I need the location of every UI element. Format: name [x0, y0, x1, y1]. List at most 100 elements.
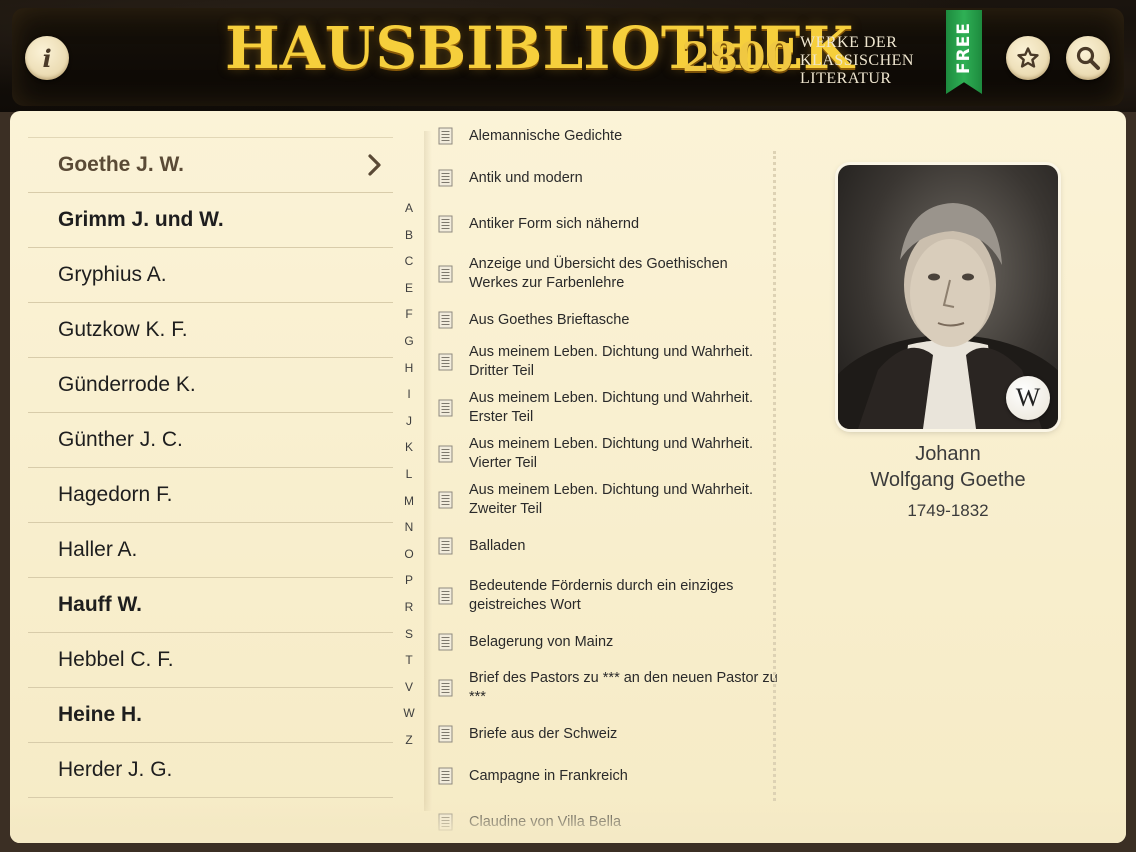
alphabet-letter[interactable]: V — [400, 680, 418, 707]
alphabet-letter[interactable]: E — [400, 281, 418, 308]
author-row[interactable]: Hagedorn F. — [28, 468, 393, 523]
document-icon — [438, 127, 453, 145]
work-item[interactable]: Bedeutende Fördernis durch ein einziges … — [438, 569, 778, 623]
work-title: Briefe aus der Schweiz — [469, 725, 618, 742]
work-item[interactable]: Aus meinem Leben. Dichtung und Wahrheit.… — [438, 339, 778, 385]
alphabet-letter[interactable]: J — [400, 414, 418, 441]
alphabet-letter[interactable]: P — [400, 573, 418, 600]
author-row[interactable]: Goethe J. W. — [28, 137, 393, 193]
alphabet-letter[interactable]: I — [400, 387, 418, 414]
author-name: Grimm J. und W. — [58, 208, 224, 231]
author-name: Gryphius A. — [58, 263, 167, 286]
author-row[interactable]: Haller A. — [28, 523, 393, 578]
work-title: Aus Goethes Brieftasche — [469, 311, 630, 328]
bottom-fade — [10, 801, 1126, 843]
author-row[interactable]: Hebbel C. F. — [28, 633, 393, 688]
author-row[interactable]: Günderrode K. — [28, 358, 393, 413]
author-full-name: Johann Wolfgang Goethe — [838, 441, 1058, 493]
alphabet-letter[interactable]: O — [400, 547, 418, 574]
document-icon — [438, 265, 453, 283]
alphabet-letter[interactable]: T — [400, 653, 418, 680]
alphabet-letter[interactable]: M — [400, 494, 418, 521]
author-row[interactable]: Gryphius A. — [28, 248, 393, 303]
work-item[interactable]: Alemannische Gedichte — [438, 117, 778, 155]
alphabet-letter[interactable]: F — [400, 307, 418, 334]
document-icon — [438, 215, 453, 233]
wikipedia-icon: W — [1015, 383, 1041, 412]
work-title: Bedeutende Fördernis durch ein einziges … — [469, 578, 734, 613]
work-item[interactable]: Brief des Pastors zu *** an den neuen Pa… — [438, 661, 778, 715]
document-icon — [438, 169, 453, 187]
work-item[interactable]: Belagerung von Mainz — [438, 623, 778, 661]
favorites-button[interactable] — [1006, 36, 1050, 80]
work-item[interactable]: Aus meinem Leben. Dichtung und Wahrheit.… — [438, 385, 778, 431]
free-label: FREE — [954, 22, 974, 74]
author-row[interactable]: Heine H. — [28, 688, 393, 743]
works-count: 2800 — [682, 34, 794, 81]
author-name: Herder J. G. — [58, 758, 173, 781]
work-title: Balladen — [469, 537, 526, 554]
document-icon — [438, 587, 453, 605]
work-item[interactable]: Antik und modern — [438, 155, 778, 201]
subtitle-line: WERKE DER — [800, 34, 898, 51]
author-name: Hagedorn F. — [58, 483, 173, 506]
search-button[interactable] — [1066, 36, 1110, 80]
work-title: Anzeige und Übersicht des Goethischen We… — [469, 256, 728, 291]
work-title: Brief des Pastors zu *** an den neuen Pa… — [469, 670, 778, 705]
works-list: Alemannische Gedichte Antik und modern Ant… — [438, 117, 778, 843]
work-item[interactable]: Aus Goethes Brieftasche — [438, 301, 778, 339]
alphabet-letter[interactable]: B — [400, 228, 418, 255]
alphabet-index[interactable]: ABCEFGHIJKLMNOPRSTVWZ — [400, 201, 418, 759]
document-icon — [438, 491, 453, 509]
work-item[interactable]: Campagne in Frankreich — [438, 753, 778, 799]
work-item[interactable]: Anzeige und Übersicht des Goethischen We… — [438, 247, 778, 301]
author-row[interactable]: Grimm J. und W. — [28, 193, 393, 248]
alphabet-letter[interactable]: S — [400, 627, 418, 654]
app-header: i HAUSBIBLIOTHEK 2800 WERKE DER KLASSISC… — [0, 0, 1136, 112]
author-lifespan: 1749-1832 — [907, 501, 989, 520]
library-panel: Goethe J. W. Grimm J. und W. Gryphius A. Gu… — [10, 111, 1126, 843]
document-icon — [438, 353, 453, 371]
alphabet-letter[interactable]: L — [400, 467, 418, 494]
alphabet-letter[interactable]: Z — [400, 733, 418, 760]
document-icon — [438, 633, 453, 651]
alphabet-letter[interactable]: H — [400, 361, 418, 388]
work-item[interactable]: Aus meinem Leben. Dichtung und Wahrheit.… — [438, 477, 778, 523]
work-title: Aus meinem Leben. Dichtung und Wahrheit.… — [469, 390, 753, 425]
work-title: Antiker Form sich nähernd — [469, 215, 640, 232]
work-title: Alemannische Gedichte — [469, 127, 623, 144]
work-item[interactable]: Aus meinem Leben. Dichtung und Wahrheit.… — [438, 431, 778, 477]
work-item[interactable]: Antiker Form sich nähernd — [438, 201, 778, 247]
star-icon — [1017, 47, 1039, 68]
document-icon — [438, 725, 453, 743]
alphabet-letter[interactable]: R — [400, 600, 418, 627]
subtitle-line: LITERATUR — [800, 70, 892, 87]
work-item[interactable]: Balladen — [438, 523, 778, 569]
alphabet-letter[interactable]: N — [400, 520, 418, 547]
alphabet-letter[interactable]: G — [400, 334, 418, 361]
info-button[interactable]: i — [25, 36, 69, 80]
alphabet-letter[interactable]: W — [400, 706, 418, 733]
document-icon — [438, 399, 453, 417]
alphabet-letter[interactable]: A — [400, 201, 418, 228]
alphabet-letter[interactable]: C — [400, 254, 418, 281]
work-title: Aus meinem Leben. Dichtung und Wahrheit.… — [469, 436, 753, 471]
author-name: Haller A. — [58, 538, 138, 561]
alphabet-letter[interactable]: K — [400, 440, 418, 467]
author-name: Hauff W. — [58, 593, 142, 616]
search-icon — [1076, 46, 1100, 70]
work-title: Antik und modern — [469, 169, 583, 186]
document-icon — [438, 537, 453, 555]
author-row[interactable]: Günther J. C. — [28, 413, 393, 468]
author-row[interactable]: Gutzkow K. F. — [28, 303, 393, 358]
author-name: Günther J. C. — [58, 428, 183, 451]
author-first-name: Johann — [915, 443, 981, 465]
wikipedia-button[interactable]: W — [1006, 376, 1050, 420]
work-item[interactable]: Briefe aus der Schweiz — [438, 715, 778, 753]
author-name: Gutzkow K. F. — [58, 318, 188, 341]
work-title: Aus meinem Leben. Dichtung und Wahrheit.… — [469, 344, 753, 379]
author-row[interactable]: Herder J. G. — [28, 743, 393, 798]
author-row[interactable]: Hauff W. — [28, 578, 393, 633]
author-name: Hebbel C. F. — [58, 648, 174, 671]
document-icon — [438, 679, 453, 697]
